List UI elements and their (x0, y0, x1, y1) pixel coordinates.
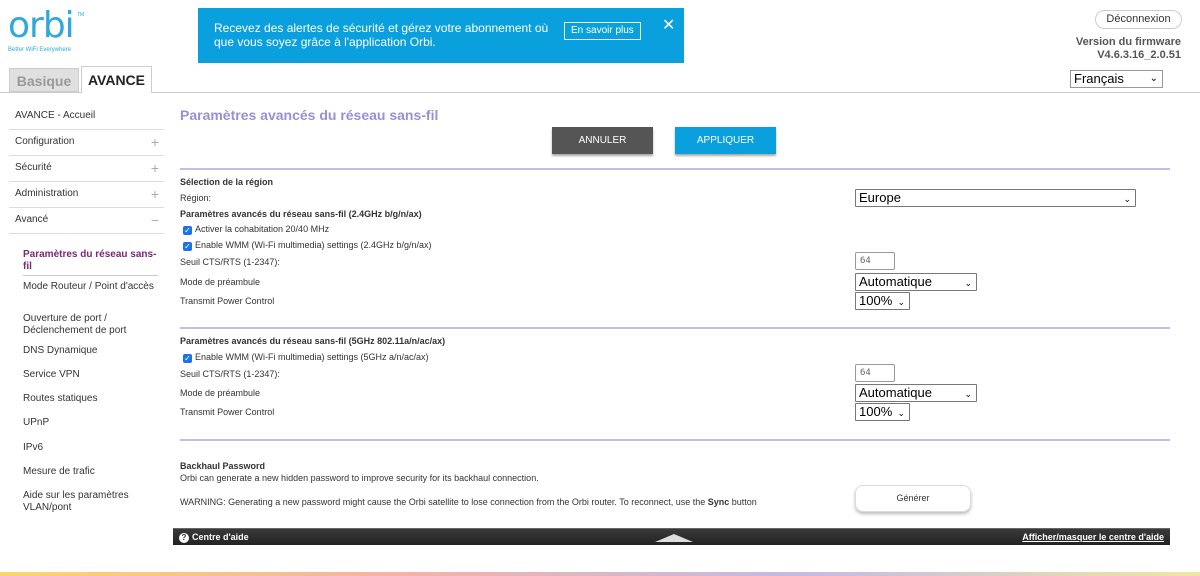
tpc-value-24ghz: 100% (859, 293, 893, 308)
sidebar-subitem-port-forwarding[interactable]: Ouverture de port / Déclenchement de por… (23, 313, 158, 337)
checkbox-checked-icon[interactable]: ✓ (183, 242, 192, 251)
expand-arrow-icon[interactable] (655, 534, 693, 542)
firmware-version: V4.6.3.16_2.0.51 (1097, 49, 1181, 61)
banner-text: Recevez des alertes de sécurité et gérez… (214, 21, 549, 49)
cts-rts-label-24ghz: Seuil CTS/RTS (1-2347): (180, 257, 280, 267)
tpc-label-5ghz: Transmit Power Control (180, 407, 275, 417)
sidebar-subitem-ipv6[interactable]: IPv6 (23, 442, 158, 454)
expand-icon: + (150, 134, 159, 150)
sidebar-item-label: Configuration (15, 136, 75, 147)
tab-basic[interactable]: Basique (9, 68, 79, 92)
language-value: Français (1074, 71, 1124, 86)
apply-button[interactable]: APPLIQUER (675, 127, 776, 154)
region-section-heading: Sélection de la région (180, 177, 274, 187)
cts-rts-input-5ghz[interactable]: 64 (855, 364, 895, 382)
app-promo-banner: Recevez des alertes de sécurité et gérez… (198, 8, 684, 63)
sidebar-subitem-vlan-bridge-help[interactable]: Aide sur les paramètres VLAN/pont (23, 490, 158, 514)
language-select[interactable]: Français ⌄ (1070, 70, 1163, 88)
chevron-down-icon: ⌄ (1123, 194, 1131, 204)
wmm-5ghz-label: Enable WMM (Wi-Fi multimedia) settings (… (195, 352, 429, 362)
band-24ghz-heading: Paramètres avancés du réseau sans-fil (2… (180, 209, 422, 219)
backhaul-heading: Backhaul Password (180, 461, 266, 471)
sidebar-item-label: Administration (15, 188, 79, 199)
learn-more-button[interactable]: En savoir plus (564, 22, 641, 40)
logout-button[interactable]: Déconnexion (1095, 10, 1182, 29)
firmware-label: Version du firmware (1075, 36, 1181, 48)
sidebar-subitem-upnp[interactable]: UPnP (23, 417, 158, 429)
sidebar-item-advanced[interactable]: Avancé − (9, 208, 164, 234)
decorative-bottom-strip (0, 572, 1200, 576)
sidebar-item-configuration[interactable]: Configuration + (9, 130, 164, 156)
expand-icon: + (150, 160, 159, 176)
sidebar-subitem-wireless-advanced[interactable]: Paramètres du réseau sans-fil (23, 249, 158, 276)
region-value: Europe (859, 190, 901, 205)
sidebar-item-advanced-home[interactable]: AVANCE - Accueil (9, 104, 164, 130)
sidebar-item-label: Avancé (15, 214, 49, 225)
wmm-5ghz-checkbox-row[interactable]: ✓ Enable WMM (Wi-Fi multimedia) settings … (183, 352, 429, 363)
orbi-logo[interactable]: orbi TM Better WiFi Everywhere (8, 8, 98, 58)
generate-button[interactable]: Générer (855, 485, 971, 512)
section-divider (180, 439, 1170, 441)
backhaul-warning-sync: Sync (707, 497, 730, 507)
sidebar-item-label: AVANCE - Accueil (15, 110, 96, 121)
region-label: Région: (180, 193, 212, 203)
coexistence-checkbox-row[interactable]: ✓ Activer la cohabitation 20/40 MHz (183, 224, 329, 235)
sidebar-item-administration[interactable]: Administration + (9, 182, 164, 208)
section-divider (180, 168, 1170, 170)
logo-wordmark: orbi (8, 5, 75, 46)
preamble-select-24ghz[interactable]: Automatique ⌄ (855, 273, 977, 291)
sidebar-item-security[interactable]: Sécurité + (9, 156, 164, 182)
close-icon[interactable]: ✕ (662, 18, 675, 34)
wmm-24ghz-label: Enable WMM (Wi-Fi multimedia) settings (… (195, 240, 432, 250)
logo-tagline: Better WiFi Everywhere (8, 47, 72, 53)
help-icon: ? (179, 533, 189, 543)
help-center-text: Centre d'aide (192, 532, 249, 542)
chevron-down-icon: ⌄ (1149, 73, 1158, 84)
tpc-select-5ghz[interactable]: 100% ⌄ (855, 403, 910, 421)
collapse-icon: − (150, 212, 159, 228)
preamble-label-24ghz: Mode de préambule (180, 277, 261, 287)
checkbox-checked-icon[interactable]: ✓ (183, 354, 192, 363)
logo-trademark: TM (77, 12, 85, 18)
section-divider (180, 327, 1170, 329)
router-admin-page: orbi TM Better WiFi Everywhere Recevez d… (0, 0, 1200, 576)
toggle-help-center-link[interactable]: Afficher/masquer le centre d'aide (1022, 532, 1164, 542)
help-center-bar: ? Centre d'aide Afficher/masquer le centr… (173, 528, 1170, 545)
backhaul-warning: WARNING: Generating a new password might… (180, 497, 757, 507)
page-title: Paramètres avancés du réseau sans-fil (180, 107, 439, 123)
checkbox-checked-icon[interactable]: ✓ (183, 226, 192, 235)
tab-divider (0, 92, 1200, 93)
cts-rts-label-5ghz: Seuil CTS/RTS (1-2347): (180, 369, 280, 379)
preamble-value-24ghz: Automatique (859, 274, 932, 289)
tab-advanced[interactable]: AVANCE (81, 66, 152, 93)
preamble-select-5ghz[interactable]: Automatique ⌄ (855, 384, 977, 402)
chevron-down-icon: ⌄ (964, 389, 972, 399)
region-select[interactable]: Europe ⌄ (855, 189, 1136, 207)
wmm-24ghz-checkbox-row[interactable]: ✓ Enable WMM (Wi-Fi multimedia) settings … (183, 240, 432, 251)
sidebar-subitem-traffic-meter[interactable]: Mesure de trafic (23, 466, 158, 478)
backhaul-warning-text: WARNING: Generating a new password might… (180, 497, 708, 507)
tpc-label-24ghz: Transmit Power Control (180, 296, 275, 306)
cancel-button[interactable]: ANNULER (552, 127, 653, 154)
help-center-label[interactable]: ? Centre d'aide (179, 532, 249, 543)
cts-rts-input-24ghz[interactable]: 64 (855, 252, 895, 270)
tpc-select-24ghz[interactable]: 100% ⌄ (855, 292, 910, 310)
backhaul-warning-end: button (729, 497, 757, 507)
chevron-down-icon: ⌄ (897, 297, 905, 307)
chevron-down-icon: ⌄ (964, 278, 972, 288)
sidebar-subitem-router-ap-mode[interactable]: Mode Routeur / Point d'accès (23, 281, 158, 293)
preamble-label-5ghz: Mode de préambule (180, 388, 261, 398)
sidebar-subitem-vpn-service[interactable]: Service VPN (23, 369, 158, 381)
chevron-down-icon: ⌄ (897, 408, 905, 418)
preamble-value-5ghz: Automatique (859, 385, 932, 400)
backhaul-description: Orbi can generate a new hidden password … (180, 473, 539, 483)
band-5ghz-heading: Paramètres avancés du réseau sans-fil (5… (180, 336, 446, 346)
sidebar-subitem-dynamic-dns[interactable]: DNS Dynamique (23, 345, 158, 357)
expand-icon: + (150, 186, 159, 202)
sidebar-subitem-static-routes[interactable]: Routes statiques (23, 393, 158, 405)
tpc-value-5ghz: 100% (859, 404, 893, 419)
sidebar-item-label: Sécurité (15, 162, 52, 173)
coexistence-label: Activer la cohabitation 20/40 MHz (195, 224, 330, 234)
